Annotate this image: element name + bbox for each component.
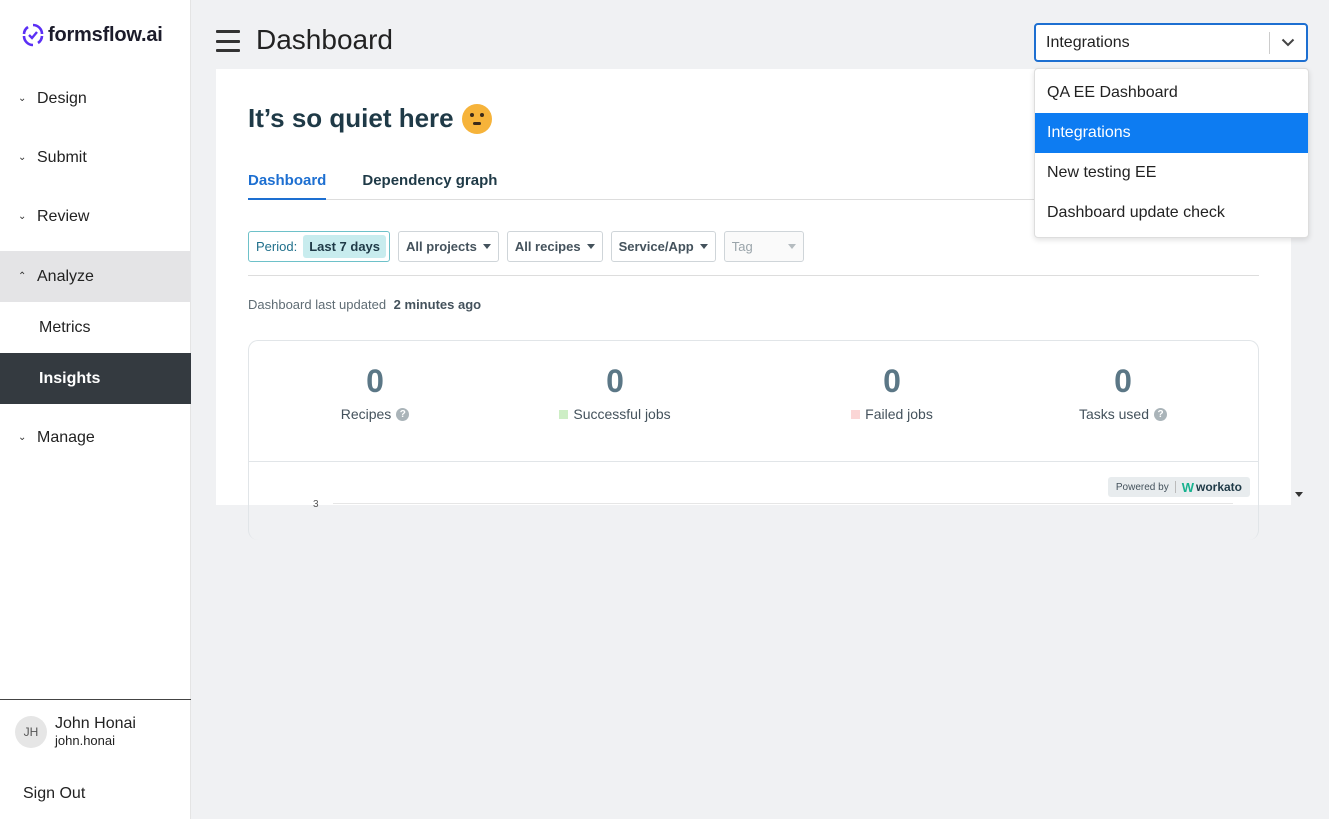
success-legend-swatch [559,409,569,419]
stat-recipes: 0 Recipes ? [275,363,475,422]
period-label: Period: [256,239,298,254]
sidebar-item-insights[interactable]: Insights [0,353,191,404]
sidebar-item-metrics[interactable]: Metrics [0,302,191,353]
period-filter[interactable]: Period: Last 7 days [248,231,391,262]
help-icon[interactable]: ? [396,407,410,421]
chevron-down-icon: ⌄ [18,211,27,222]
tab-dashboard[interactable]: Dashboard [248,171,327,200]
tag-filter: Tag [723,231,804,262]
service-filter-label: Service/App [618,239,694,254]
filter-divider [248,275,1259,276]
caret-down-icon [482,244,491,249]
projects-filter-label: All projects [406,239,477,254]
thinking-face-icon [461,103,492,134]
sidebar: formsflow.ai ⌄ Design ⌄ Submit ⌄ Review … [0,0,191,819]
last-updated-label: Dashboard last updated [248,297,387,312]
sidebar-item-manage[interactable]: ⌄ Manage [0,412,191,463]
sidebar-item-design[interactable]: ⌄ Design [0,73,191,124]
menu-item-dashboard-update-check[interactable]: Dashboard update check [1035,193,1308,233]
sidebar-item-submit[interactable]: ⌄ Submit [0,132,191,183]
dashboard-select[interactable]: Integrations [1034,23,1308,62]
service-app-filter[interactable]: Service/App [610,231,716,262]
failed-legend-swatch [851,409,861,419]
sign-out-link[interactable]: Sign Out [23,785,85,803]
stat-label: Recipes [340,406,392,422]
stat-value: 0 [366,363,384,399]
recipes-filter-label: All recipes [514,239,581,254]
sidebar-divider [0,699,191,700]
stat-value: 0 [1114,363,1132,399]
projects-filter[interactable]: All projects [398,231,499,262]
tab-dependency-graph[interactable]: Dependency graph [362,171,497,200]
last-updated-value: 2 minutes ago [393,297,482,312]
caret-down-icon [586,244,595,249]
filter-bar: Period: Last 7 days All projects All rec… [248,231,804,262]
sidebar-item-label: Design [37,89,87,107]
stats-divider [249,461,1258,462]
recipes-filter[interactable]: All recipes [506,231,603,262]
user-profile[interactable]: JH John Honai john.honai [15,715,136,748]
dashboard-select-menu: QA EE Dashboard Integrations New testing… [1034,68,1309,238]
stat-value: 0 [883,363,901,399]
period-value: Last 7 days [303,235,387,258]
sidebar-item-label: Metrics [39,318,91,336]
help-icon[interactable]: ? [1154,407,1168,421]
user-handle: john.honai [55,733,115,748]
workato-logo-icon: W [1181,479,1194,495]
tag-filter-label: Tag [731,239,753,254]
menu-item-qa-ee-dashboard[interactable]: QA EE Dashboard [1035,73,1308,113]
empty-state-title: It’s so quiet here [248,103,492,134]
chevron-down-icon: ⌄ [18,93,27,104]
stat-label: Failed jobs [865,406,933,422]
stat-successful-jobs: 0 Successful jobs [515,363,715,422]
avatar: JH [15,715,47,748]
formsflow-logo-icon [22,23,44,47]
chevron-up-icon: ⌃ [18,271,27,282]
brand-name: formsflow.ai [48,23,163,46]
chevron-down-icon: ⌄ [18,432,27,443]
workato-name: workato [1195,480,1242,494]
sidebar-item-label: Insights [39,369,101,387]
powered-by-label: Powered by [1115,481,1169,493]
stat-label: Tasks used [1078,406,1150,422]
sidebar-item-review[interactable]: ⌄ Review [0,191,191,242]
sidebar-item-label: Manage [37,428,95,446]
stat-value: 0 [606,363,624,399]
sidebar-item-analyze[interactable]: ⌃ Analyze [0,251,191,302]
scroll-down-arrow-icon[interactable] [1295,492,1303,497]
stats-card: 0 Recipes ? 0 Successful jobs 0 Failed j… [248,340,1259,540]
last-updated: Dashboard last updated 2 minutes ago [248,297,481,312]
chart-gridline [333,503,1233,504]
user-name: John Honai [55,715,136,732]
brand-logo[interactable]: formsflow.ai [22,22,163,48]
powered-by-badge[interactable]: Powered by W workato [1107,477,1250,497]
dashboard-select-value: Integrations [1046,33,1130,51]
caret-down-icon [787,244,796,249]
caret-down-icon [699,244,708,249]
sidebar-item-label: Submit [37,148,87,166]
empty-state-text: It’s so quiet here [248,103,454,133]
sidebar-item-label: Review [37,207,90,225]
chart-axis-tick: 3 [313,499,319,510]
page-title: Dashboard [256,24,393,55]
stat-tasks-used: 0 Tasks used ? [1023,363,1223,422]
hamburger-menu-icon[interactable] [216,30,240,52]
menu-item-integrations[interactable]: Integrations [1035,113,1308,153]
stat-failed-jobs: 0 Failed jobs [792,363,992,422]
chevron-down-icon[interactable] [1270,38,1306,47]
chevron-down-icon: ⌄ [18,152,27,163]
stat-label: Successful jobs [573,406,671,422]
sidebar-item-label: Analyze [37,267,94,285]
menu-item-new-testing-ee[interactable]: New testing EE [1035,153,1308,193]
